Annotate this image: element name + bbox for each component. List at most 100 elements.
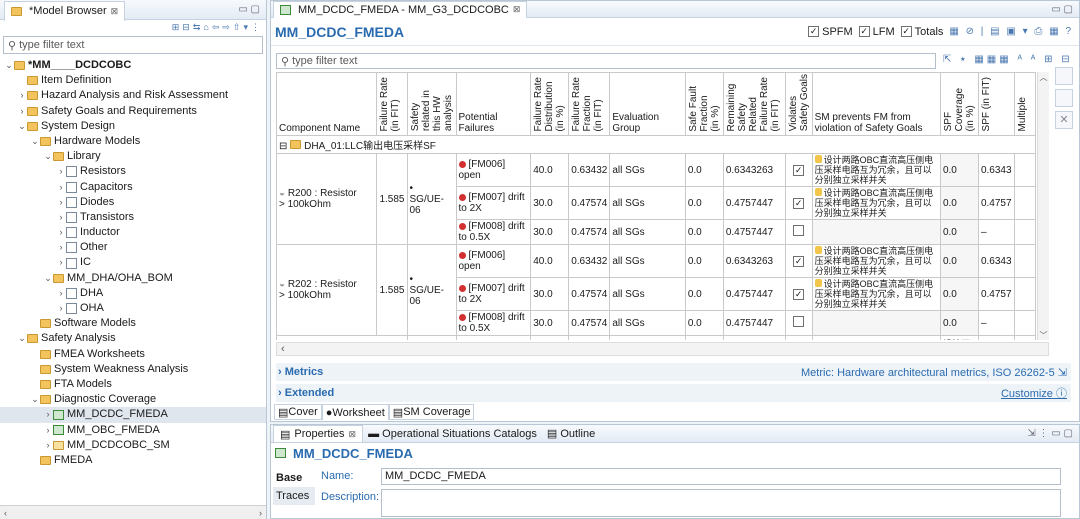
tab-properties[interactable]: ▤ Properties ⊠ xyxy=(273,425,364,442)
tree-item[interactable]: ⌄ Diagnostic Coverage xyxy=(0,392,266,407)
scroll-down-icon[interactable]: ﹀ xyxy=(1038,330,1049,340)
table-row[interactable]: 设计两路OBC直流高压侧电 xyxy=(276,335,1036,340)
checkbox-icon[interactable]: ✓ xyxy=(793,288,805,300)
checkbox-icon[interactable]: ✓ xyxy=(793,164,805,176)
close-icon[interactable]: ⊠ xyxy=(111,6,119,17)
chevron-right-icon[interactable]: › xyxy=(56,195,66,210)
scroll-left-icon[interactable]: ‹ xyxy=(281,343,285,355)
chevron-right-icon[interactable]: › xyxy=(56,240,66,255)
menu-icon[interactable]: ⋮ xyxy=(251,22,260,33)
delete-row-button[interactable]: ✕ xyxy=(1055,111,1073,129)
tree-item[interactable]: FTA Models xyxy=(0,377,266,392)
view-minmax-icons[interactable]: ▭ ▢ xyxy=(238,4,266,15)
chevron-right-icon[interactable]: › xyxy=(56,286,66,301)
tab-sm-coverage[interactable]: ▤ SM Coverage xyxy=(388,404,475,420)
name-field[interactable]: MM_DCDC_FMEDA xyxy=(381,468,1061,485)
chevron-down-icon[interactable]: ⌄ xyxy=(30,392,40,407)
chevron-right-icon[interactable]: › xyxy=(17,88,27,103)
checkbox-icon[interactable] xyxy=(793,316,805,328)
tree-item[interactable]: FMEDA xyxy=(0,453,266,468)
grid-toolbar-icons[interactable]: ⇱ ⭑ ▦▦▦ ᴬ ᴬ ⊞ ⊟ xyxy=(943,54,1073,65)
extended-section[interactable]: › Extended Customize ⓘ xyxy=(276,384,1071,402)
violates-cell[interactable]: ✓ xyxy=(784,153,813,188)
side-tab-base[interactable]: Base xyxy=(273,469,315,487)
chevron-down-icon[interactable]: ⌄ xyxy=(4,58,14,73)
expand-all-icon[interactable]: ⊞ xyxy=(172,22,180,33)
model-browser-tab[interactable]: *Model Browser ⊠ xyxy=(4,0,126,21)
chevron-right-icon[interactable]: › xyxy=(56,225,66,240)
chevron-down-icon[interactable]: ⌄ xyxy=(43,271,53,286)
tree-item[interactable]: › MM_DCDC_FMEDA xyxy=(0,407,266,423)
tree-item[interactable]: › Capacitors xyxy=(0,180,266,195)
side-tab-traces[interactable]: Traces xyxy=(273,487,315,505)
properties-minmax-icons[interactable]: ⇲ ⋮ ▭ ▢ xyxy=(1027,428,1079,439)
tree-item[interactable]: FMEA Worksheets xyxy=(0,347,266,362)
tree-item[interactable]: › MM_DCDCOBC_SM xyxy=(0,438,266,453)
tab-cover[interactable]: ▤ Cover xyxy=(274,404,322,420)
customize-link[interactable]: Customize ⓘ xyxy=(1001,385,1071,401)
column-header[interactable]: Failure Rate Distribution (in %) xyxy=(530,72,570,137)
scroll-up-icon[interactable]: ︿ xyxy=(1038,72,1049,82)
checkbox-icon[interactable]: ✓ xyxy=(793,197,805,209)
chevron-right-icon[interactable]: › xyxy=(56,180,66,195)
chevron-right-icon[interactable]: › xyxy=(56,301,66,316)
checkbox-icon[interactable] xyxy=(793,225,805,237)
description-field[interactable] xyxy=(381,489,1061,517)
checkbox-icon[interactable]: ✓ xyxy=(793,255,805,267)
tree-item[interactable]: ⌄ Hardware Models xyxy=(0,134,266,149)
home-icon[interactable]: ⌂ xyxy=(203,22,208,32)
worksheet-filter-input[interactable]: ⚲ type filter text xyxy=(276,53,936,69)
violates-cell[interactable] xyxy=(784,219,813,246)
tree-item[interactable]: ⌄ MM_DHA/OHA_BOM xyxy=(0,271,266,286)
tree-item[interactable]: › MM_OBC_FMEDA xyxy=(0,423,266,438)
column-header[interactable]: SPF Coverage (in %) xyxy=(939,72,979,137)
editor-minmax-icons[interactable]: ▭ ▢ xyxy=(1051,4,1079,15)
chevron-down-icon[interactable]: ⌄ xyxy=(17,331,27,346)
tree-item[interactable]: › DHA xyxy=(0,286,266,301)
tree-item[interactable]: Software Models xyxy=(0,316,266,331)
chevron-right-icon[interactable]: › xyxy=(43,438,53,453)
tree-item[interactable]: › Hazard Analysis and Risk Assessment xyxy=(0,88,266,103)
column-header[interactable]: Potential Failures xyxy=(455,72,532,137)
tree-item[interactable]: › Diodes xyxy=(0,195,266,210)
column-header[interactable]: Violates Safety Goals xyxy=(784,72,813,137)
spfm-checkbox[interactable]: ✓ SPFM xyxy=(808,26,853,38)
group-row[interactable]: ⊟ DHA_01:LLC输出电压采样SF xyxy=(276,135,1036,155)
tree-item[interactable]: Item Definition xyxy=(0,73,266,88)
horizontal-scrollbar[interactable]: ‹ › xyxy=(0,505,266,519)
tree-item[interactable]: ⌄ System Design xyxy=(0,119,266,134)
chevron-down-icon[interactable]: ⌄ xyxy=(43,149,53,164)
chevron-right-icon[interactable]: › xyxy=(56,210,66,225)
column-header[interactable]: Failure Rate Fraction (in FIT) xyxy=(568,72,611,137)
chevron-right-icon[interactable]: › xyxy=(43,423,53,438)
column-header[interactable]: SPF (in FIT) xyxy=(977,72,1015,137)
tab-outline[interactable]: ▤ Outline xyxy=(542,427,600,440)
violates-cell[interactable]: ✓ xyxy=(784,277,813,312)
chevron-down-icon[interactable]: ⌄ xyxy=(17,119,27,134)
chevron-right-icon[interactable]: › xyxy=(43,407,53,422)
tree-item[interactable]: ⌄ Library xyxy=(0,149,266,164)
up-icon[interactable]: ⇧ xyxy=(233,22,241,33)
column-header[interactable]: SM prevents FM from violation of Safety … xyxy=(811,72,941,137)
tree-item[interactable]: ⌄ Safety Analysis xyxy=(0,331,266,346)
tree-item[interactable]: System Weakness Analysis xyxy=(0,362,266,377)
totals-checkbox[interactable]: ✓ Totals xyxy=(900,26,943,38)
scroll-right-icon[interactable]: › xyxy=(259,508,262,518)
tree-item[interactable]: › Safety Goals and Requirements xyxy=(0,104,266,119)
violates-cell[interactable]: ✓ xyxy=(784,186,813,221)
filter-icon[interactable]: ▾ xyxy=(243,22,248,33)
chevron-right-icon[interactable]: › xyxy=(56,255,66,270)
form-toolbar-icons[interactable]: ▦ ⊘ | ▤ ▣ ▾ ⎙ ▦ ? xyxy=(949,26,1073,37)
violates-cell[interactable]: ✓ xyxy=(784,244,813,279)
chevron-right-icon[interactable]: › xyxy=(17,104,27,119)
violates-cell[interactable] xyxy=(784,310,813,337)
lfm-checkbox[interactable]: ✓ LFM xyxy=(858,26,895,38)
collapse-all-icon[interactable]: ⊟ xyxy=(182,22,190,33)
collapse-icon[interactable]: ⊟ xyxy=(279,141,287,152)
column-header[interactable]: Multiple xyxy=(1013,72,1036,137)
chevron-down-icon[interactable]: ⌄ xyxy=(30,134,40,149)
model-filter-input[interactable]: ⚲ type filter text xyxy=(3,36,263,54)
column-header[interactable]: Component Name xyxy=(276,72,378,137)
column-header[interactable]: Remaining Safety Related Failure Rate (i… xyxy=(722,72,786,137)
tree-item[interactable]: › Inductor xyxy=(0,225,266,240)
